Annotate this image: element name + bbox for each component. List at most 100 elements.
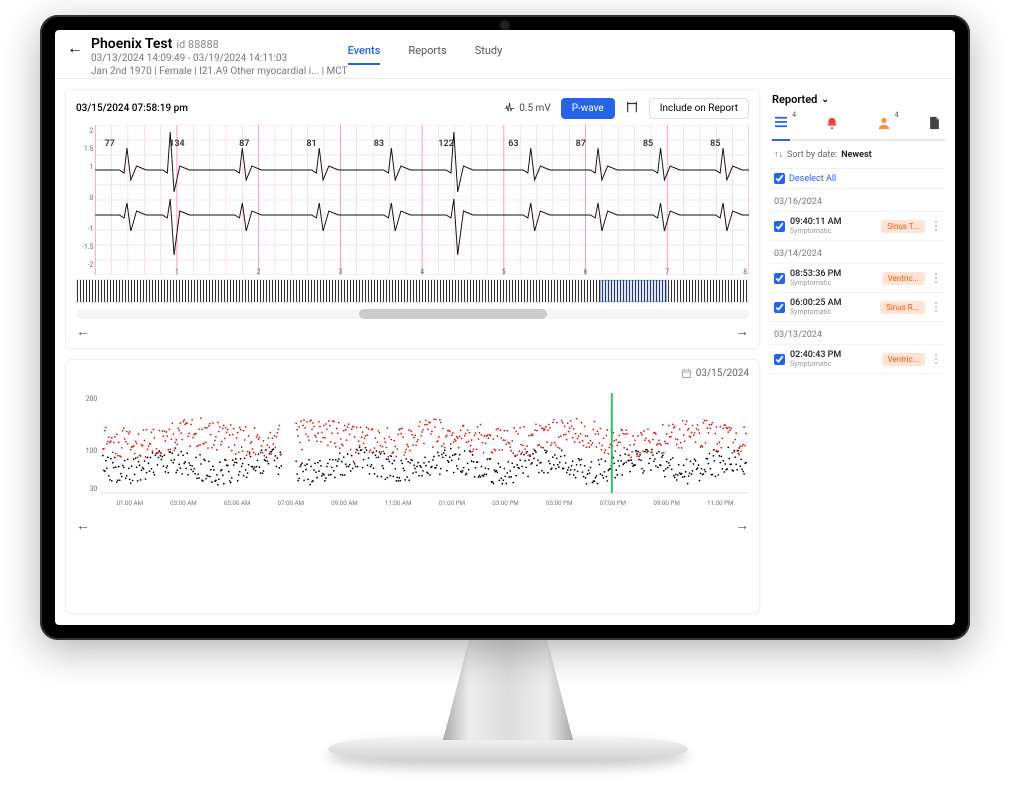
camera-icon: [501, 21, 509, 29]
strip-scrollbar[interactable]: [76, 309, 749, 319]
event-time: 08:53:36 PM: [790, 269, 877, 279]
sidebar-tab-list[interactable]: 4: [774, 116, 788, 133]
kebab-icon[interactable]: ⋮: [930, 271, 941, 285]
svg-text:1.5: 1.5: [84, 145, 93, 153]
trend-header: 03/15/2024: [76, 368, 749, 379]
ecg-chart[interactable]: 2 1.5 1 0 -1 -1.5 -2: [76, 125, 749, 275]
trend-panel: 03/15/2024 200 100 30 01:00: [65, 359, 760, 614]
event-checkbox[interactable]: [774, 273, 785, 284]
svg-text:11:00 AM: 11:00 AM: [385, 499, 412, 507]
event-item[interactable]: 06:00:25 AM Symptomatic Sinus R... ⋮: [770, 293, 945, 322]
event-checkbox[interactable]: [774, 221, 785, 232]
svg-text:0: 0: [90, 194, 94, 202]
trend-chart[interactable]: 200 100 30 01:00 AM03:00 AM05:00 AM07:00…: [76, 383, 749, 513]
event-tag: Ventric...: [882, 272, 925, 285]
svg-text:1: 1: [90, 163, 94, 171]
tab-events[interactable]: Events: [348, 44, 381, 65]
calendar-icon: [681, 368, 692, 379]
monitor-stand-neck: [443, 640, 573, 740]
svg-text:100: 100: [86, 447, 97, 455]
strip-toolbar: 03/15/2024 07:58:19 pm 0.5 mV P-wave Inc…: [76, 98, 749, 119]
svg-text:07:00 AM: 07:00 AM: [278, 499, 305, 507]
sidebar-tabs: 4 4: [770, 110, 945, 141]
event-item[interactable]: 08:53:36 PM Symptomatic Ventric... ⋮: [770, 264, 945, 293]
strip-timestamp: 03/15/2024 07:58:19 pm: [76, 103, 188, 114]
kebab-icon[interactable]: ⋮: [930, 352, 941, 366]
event-item[interactable]: 02:40:43 PM Symptomatic Ventric... ⋮: [770, 345, 945, 374]
include-report-button[interactable]: Include on Report: [649, 98, 749, 119]
list-badge: 4: [792, 111, 796, 119]
event-group-date: 03/16/2024: [770, 189, 945, 212]
svg-text:-1.5: -1.5: [82, 243, 93, 251]
svg-text:5: 5: [502, 268, 506, 275]
status-dropdown[interactable]: Reported ⌄: [770, 89, 945, 110]
event-tag: Sinus R...: [880, 301, 925, 314]
svg-text:1: 1: [175, 268, 179, 275]
svg-text:05:00 AM: 05:00 AM: [224, 499, 251, 507]
amplitude-control[interactable]: 0.5 mV: [504, 103, 551, 114]
svg-text:200: 200: [86, 395, 97, 403]
deselect-link[interactable]: Deselect All: [789, 174, 836, 184]
nav-tabs: Events Reports Study: [348, 44, 503, 65]
next-arrow-icon[interactable]: →: [735, 323, 749, 340]
event-group-date: 03/14/2024: [770, 241, 945, 264]
event-time: 02:40:43 PM: [790, 350, 877, 360]
kebab-icon[interactable]: ⋮: [930, 300, 941, 314]
sidebar: Reported ⌄ 4 4: [770, 89, 945, 614]
chevron-down-icon: ⌄: [821, 95, 829, 105]
event-checkbox[interactable]: [774, 354, 785, 365]
scroll-thumb[interactable]: [359, 309, 547, 319]
svg-text:11:00 PM: 11:00 PM: [707, 499, 734, 507]
event-time-block: 02:40:43 PM Symptomatic: [790, 350, 877, 368]
event-item[interactable]: 09:40:11 AM Symptomatic Sinus T... ⋮: [770, 212, 945, 241]
event-time-block: 08:53:36 PM Symptomatic: [790, 269, 877, 287]
sort-icon: ↑↓: [774, 149, 783, 160]
svg-text:09:00 AM: 09:00 AM: [331, 499, 358, 507]
svg-text:-1: -1: [88, 225, 94, 233]
header: ← Phoenix Test id 88888 03/13/2024 14:09…: [55, 30, 955, 79]
event-time: 09:40:11 AM: [790, 217, 876, 227]
deselect-checkbox[interactable]: [774, 173, 785, 184]
caliper-icon[interactable]: [625, 100, 639, 118]
svg-text:30: 30: [90, 485, 98, 493]
svg-text:2: 2: [257, 268, 261, 275]
sort-control[interactable]: ↑↓ Sort by date: Newest: [770, 141, 945, 168]
back-arrow-icon[interactable]: ←: [67, 38, 83, 58]
patient-id: id 88888: [176, 38, 219, 51]
trend-next-arrow-icon[interactable]: →: [735, 517, 749, 534]
svg-text:01:00 PM: 01:00 PM: [439, 499, 466, 507]
event-tag: Sinus T...: [881, 220, 925, 233]
rhythm-overview[interactable]: [76, 279, 749, 303]
ecg-svg: 2 1.5 1 0 -1 -1.5 -2: [76, 125, 749, 275]
tab-reports[interactable]: Reports: [408, 44, 446, 65]
prev-arrow-icon[interactable]: ←: [76, 323, 90, 340]
event-list: 03/16/2024 09:40:11 AM Symptomatic Sinus…: [770, 189, 945, 374]
svg-text:03:00 PM: 03:00 PM: [492, 499, 519, 507]
event-time-block: 09:40:11 AM Symptomatic: [790, 217, 876, 235]
event-checkbox[interactable]: [774, 302, 785, 313]
event-symptom: Symptomatic: [790, 308, 875, 316]
kebab-icon[interactable]: ⋮: [930, 219, 941, 233]
svg-text:03:00 AM: 03:00 AM: [170, 499, 197, 507]
ecg-panel: 03/15/2024 07:58:19 pm 0.5 mV P-wave Inc…: [65, 89, 760, 349]
svg-text:6: 6: [584, 268, 588, 275]
sidebar-tab-reports[interactable]: [928, 116, 941, 133]
sidebar-tab-patient[interactable]: 4: [877, 116, 891, 133]
screen: ← Phoenix Test id 88888 03/13/2024 14:09…: [55, 30, 955, 625]
event-symptom: Symptomatic: [790, 279, 877, 287]
svg-text:05:00 PM: 05:00 PM: [546, 499, 573, 507]
rhythm-selection[interactable]: [600, 280, 667, 302]
tab-study[interactable]: Study: [475, 44, 503, 65]
event-time: 06:00:25 AM: [790, 298, 875, 308]
patient-name: Phoenix Test: [91, 36, 172, 52]
amplitude-value: 0.5 mV: [519, 103, 551, 114]
pwave-button[interactable]: P-wave: [561, 98, 615, 119]
sidebar-tab-alerts[interactable]: [825, 116, 839, 133]
trend-date: 03/15/2024: [696, 368, 749, 379]
patient-block: Phoenix Test id 88888 03/13/2024 14:09:4…: [91, 36, 348, 78]
trend-prev-arrow-icon[interactable]: ←: [76, 517, 90, 534]
svg-text:07:00 PM: 07:00 PM: [600, 499, 627, 507]
event-symptom: Symptomatic: [790, 227, 876, 235]
svg-text:2: 2: [90, 127, 94, 135]
svg-text:09:00 PM: 09:00 PM: [653, 499, 680, 507]
